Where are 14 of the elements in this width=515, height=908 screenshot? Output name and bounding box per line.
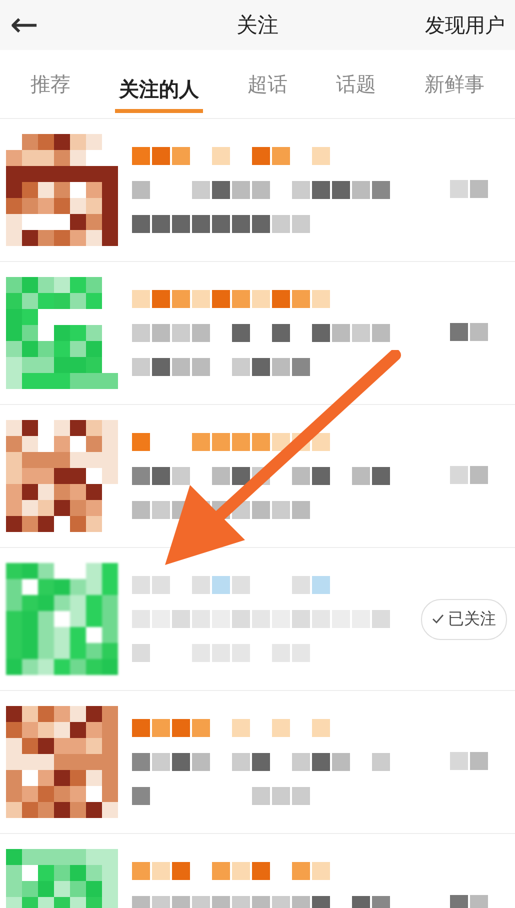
tab[interactable]: 话题 [332,60,380,108]
mosaic-icon [450,752,490,772]
mosaic-icon [450,466,490,486]
back-icon[interactable]: ← [10,8,38,42]
page-title: 关注 [236,12,278,39]
mosaic-icon [450,180,490,200]
tab[interactable]: 超话 [243,60,292,108]
tab[interactable]: 推荐 [26,60,74,108]
check-icon [432,614,444,624]
mosaic-icon [450,323,490,343]
tab[interactable]: 关注的人 [114,66,203,112]
followed-button[interactable]: 已关注 [421,598,507,640]
tab[interactable]: 新鲜事 [420,60,489,108]
discover-users-link[interactable]: 发现用户 [425,12,505,38]
